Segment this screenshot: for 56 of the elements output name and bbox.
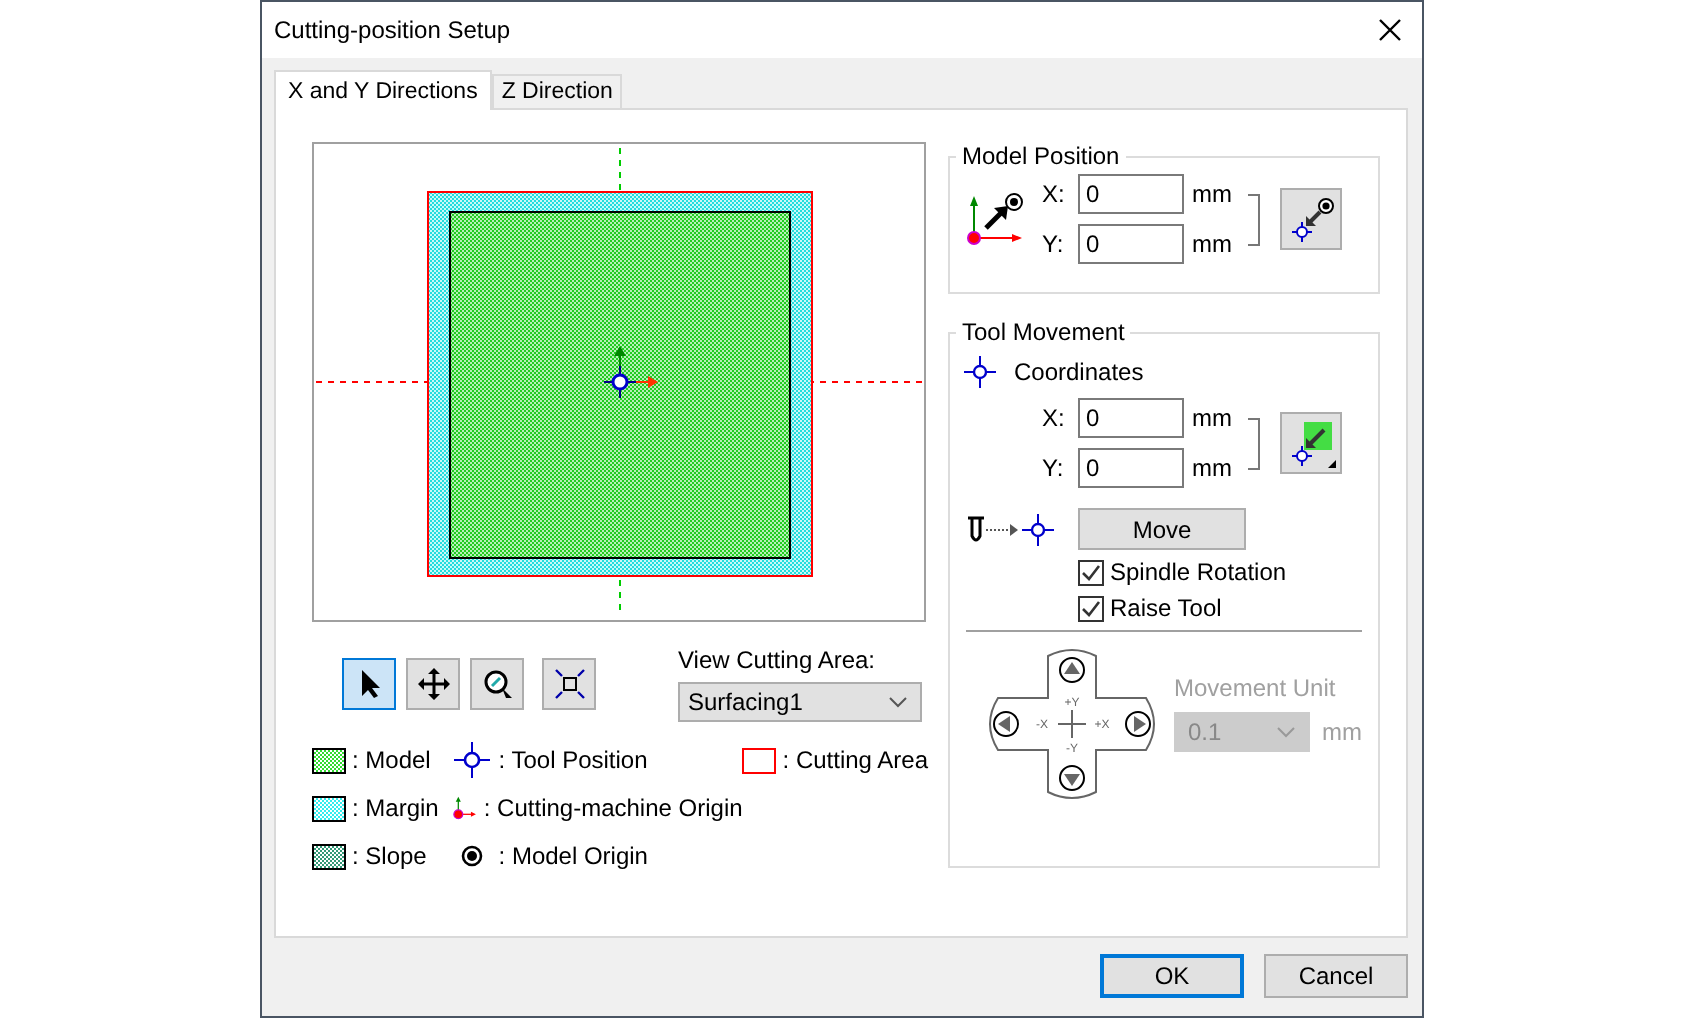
bracket-icon: [1248, 417, 1260, 469]
crosshair-icon: [452, 740, 493, 780]
unit-label: mm: [1192, 180, 1234, 208]
magnifier-icon: [481, 668, 513, 700]
unit-label: mm: [1322, 717, 1362, 745]
coordinates-label: Coordinates: [1014, 358, 1144, 386]
pointer-tool-button[interactable]: [342, 658, 396, 710]
apply-coordinates-button[interactable]: [1280, 412, 1342, 474]
window-title: Cutting-position Setup: [274, 16, 511, 44]
fit-view-button[interactable]: [542, 658, 596, 710]
input-field[interactable]: 0: [1078, 174, 1184, 214]
input-field[interactable]: 0: [1078, 448, 1184, 488]
bracket-icon: [1248, 193, 1260, 245]
view-area-dropdown[interactable]: Surfacing1: [678, 682, 922, 722]
unit-label: mm: [1192, 404, 1234, 432]
movement-unit-label: Movement Unit: [1174, 673, 1338, 701]
field-label: X:: [1042, 404, 1067, 432]
unit-label: mm: [1192, 230, 1234, 258]
fit-view-icon: [553, 668, 585, 700]
checkbox[interactable]: [1078, 595, 1104, 621]
crosshair-arrow-icon: [1287, 419, 1335, 467]
checkbox[interactable]: [1078, 559, 1104, 585]
group-title: Tool Movement: [960, 318, 1127, 346]
chevron-down-icon: [1276, 725, 1296, 737]
field-label: X:: [1042, 180, 1067, 208]
view-area-label: View Cutting Area:: [678, 646, 878, 674]
cancel-button[interactable]: Cancel: [1264, 954, 1408, 998]
checkbox-label: Raise Tool: [1110, 594, 1222, 622]
move-arrows-icon: [417, 668, 449, 700]
ok-button[interactable]: OK: [1100, 954, 1244, 998]
crosshair-arrow-icon: [1287, 195, 1335, 243]
tab[interactable]: X and Y Directions: [274, 70, 492, 110]
zoom-tool-button[interactable]: [470, 658, 524, 710]
apply-position-button[interactable]: [1280, 188, 1342, 250]
legend-label: : Cutting Area: [782, 746, 928, 774]
chevron-down-icon: [888, 696, 908, 708]
move-button[interactable]: Move: [1078, 508, 1246, 550]
field-label: Y:: [1042, 454, 1066, 482]
pan-tool-button[interactable]: [406, 658, 460, 710]
crosshair-icon: [962, 354, 998, 390]
tool-to-position-icon: [966, 511, 1054, 547]
group-title: Model Position: [960, 142, 1122, 170]
legend-label: : Model: [352, 746, 431, 774]
legend-label: : Model Origin: [498, 842, 648, 870]
unit-label: mm: [1192, 454, 1234, 482]
legend-label: : Slope: [352, 842, 427, 870]
field-label: Y:: [1042, 230, 1066, 258]
legend-label: : Cutting-machine Origin: [483, 794, 743, 822]
input-field[interactable]: 0: [1078, 224, 1184, 264]
tab[interactable]: Z Direction: [491, 74, 623, 108]
legend-label: : Margin: [352, 794, 439, 822]
close-icon[interactable]: [1378, 18, 1402, 42]
legend-label: : Tool Position: [498, 746, 648, 774]
input-field[interactable]: 0: [1078, 398, 1184, 438]
checkbox-label: Spindle Rotation: [1110, 558, 1287, 586]
axes-arrow-icon: [966, 189, 1026, 249]
